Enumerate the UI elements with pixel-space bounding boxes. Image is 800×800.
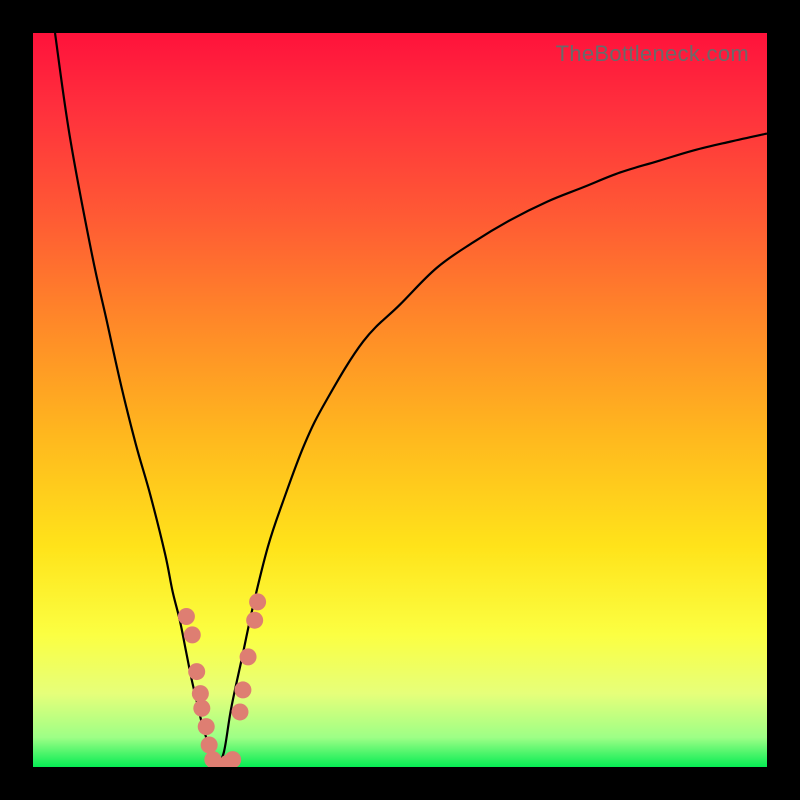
scatter-dot [246, 612, 263, 629]
scatter-dot [224, 751, 241, 767]
chart-frame: TheBottleneck.com [0, 0, 800, 800]
right-curve [217, 134, 768, 767]
scatter-dot [192, 685, 209, 702]
left-curve [55, 33, 216, 767]
chart-svg [33, 33, 767, 767]
scatter-dot [240, 648, 257, 665]
scatter-dot [198, 718, 215, 735]
scatter-dot [231, 703, 248, 720]
scatter-dot [188, 663, 205, 680]
scatter-dot [178, 608, 195, 625]
scatter-dot [234, 681, 251, 698]
scatter-dot [249, 593, 266, 610]
scatter-dot [193, 700, 210, 717]
scatter-dot [201, 736, 218, 753]
plot-area: TheBottleneck.com [33, 33, 767, 767]
scatter-dot [184, 626, 201, 643]
watermark-text: TheBottleneck.com [556, 41, 749, 67]
